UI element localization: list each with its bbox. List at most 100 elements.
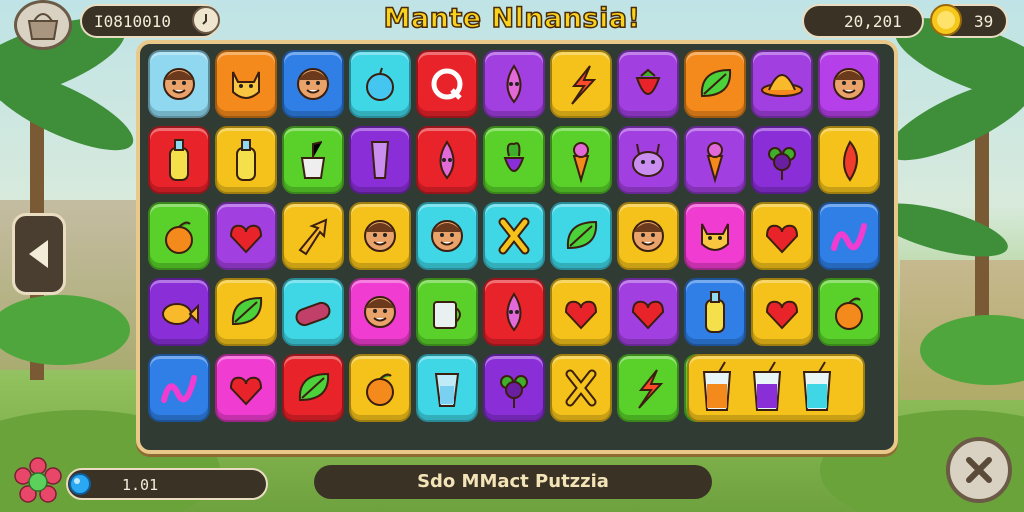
apple-icon <box>366 67 394 101</box>
clock-icon <box>202 14 207 25</box>
drop-icon <box>506 292 522 332</box>
tile-vase[interactable] <box>349 126 411 194</box>
heart-icon <box>631 300 665 330</box>
orange-icon <box>835 297 863 330</box>
tile-face[interactable] <box>349 202 411 270</box>
game-board <box>136 40 898 454</box>
tile-squiggle[interactable] <box>818 202 880 270</box>
tile-face[interactable] <box>617 202 679 270</box>
tile-drop[interactable] <box>416 126 478 194</box>
tile-carrot[interactable] <box>550 126 612 194</box>
back-arrow-icon <box>29 240 48 268</box>
cross-icon <box>565 369 597 407</box>
tile-berries[interactable] <box>751 126 813 194</box>
tile-bolt[interactable] <box>617 354 679 422</box>
tile-leaf[interactable] <box>684 50 746 118</box>
tile-face[interactable] <box>349 278 411 346</box>
tile-cat[interactable] <box>215 50 277 118</box>
progress-bar: 1.01 <box>66 468 268 500</box>
sausage-icon <box>295 301 331 327</box>
tile-mug[interactable] <box>416 278 478 346</box>
tile-face[interactable] <box>416 202 478 270</box>
tile-heart[interactable] <box>215 354 277 422</box>
tile-cross[interactable] <box>483 202 545 270</box>
bolt-icon <box>571 65 597 105</box>
tile-drop[interactable] <box>483 278 545 346</box>
drop-icon <box>506 64 522 104</box>
tile-carrot[interactable] <box>684 126 746 194</box>
tile-face[interactable] <box>818 50 880 118</box>
tile-berries[interactable] <box>483 354 545 422</box>
orange-icon <box>366 373 394 406</box>
heart-icon <box>765 224 799 254</box>
radish-icon <box>503 142 525 172</box>
tile-heart[interactable] <box>751 202 813 270</box>
leaf-icon <box>700 68 732 98</box>
tile-orange[interactable] <box>349 354 411 422</box>
face-icon <box>364 220 396 252</box>
tile-bottle[interactable] <box>148 126 210 194</box>
tile-fish[interactable] <box>148 278 210 346</box>
strawberry-icon <box>635 68 661 95</box>
back-button[interactable] <box>12 213 66 295</box>
cat-icon <box>701 223 729 251</box>
tile-ring[interactable] <box>416 50 478 118</box>
vase-icon <box>370 141 390 179</box>
face-icon <box>632 220 664 252</box>
flower-gear-icon[interactable] <box>12 456 64 508</box>
face-icon <box>833 68 865 100</box>
tile-bottle[interactable] <box>215 126 277 194</box>
inventory-button[interactable] <box>14 0 72 50</box>
tile-bottle[interactable] <box>684 278 746 346</box>
cat-icon <box>232 71 260 99</box>
heart-icon <box>229 224 263 254</box>
tile-orange[interactable] <box>148 202 210 270</box>
tile-heart[interactable] <box>215 202 277 270</box>
leaf-icon <box>231 296 263 326</box>
tile-leaf[interactable] <box>282 354 344 422</box>
squiggle-icon <box>161 375 197 403</box>
heart-icon <box>229 376 263 406</box>
tile-heart[interactable] <box>751 278 813 346</box>
leaf-icon <box>566 220 598 250</box>
tile-glass[interactable] <box>416 354 478 422</box>
close-button[interactable] <box>946 437 1012 503</box>
tile-cross[interactable] <box>550 354 612 422</box>
tile-monster[interactable] <box>617 126 679 194</box>
tile-strawberry[interactable] <box>617 50 679 118</box>
face-icon <box>431 220 463 252</box>
bottle-icon <box>236 139 256 181</box>
tile-leaf[interactable] <box>215 278 277 346</box>
drinks-icon <box>702 361 832 411</box>
face-icon <box>297 68 329 100</box>
tile-squiggle[interactable] <box>148 354 210 422</box>
tile-radish[interactable] <box>483 126 545 194</box>
tile-face[interactable] <box>148 50 210 118</box>
tile-heart[interactable] <box>550 278 612 346</box>
tile-apple[interactable] <box>349 50 411 118</box>
fish-icon <box>162 303 199 325</box>
tile-drinks[interactable] <box>687 354 865 422</box>
berries-icon <box>768 147 796 180</box>
tile-sausage[interactable] <box>282 278 344 346</box>
progress-value: 1.01 <box>122 476 159 494</box>
tile-hat[interactable] <box>751 50 813 118</box>
tile-cup[interactable] <box>282 126 344 194</box>
squiggle-icon <box>831 223 867 251</box>
orange-icon <box>165 221 193 254</box>
tile-arrow[interactable] <box>282 202 344 270</box>
tile-drop[interactable] <box>483 50 545 118</box>
caption-text: Sdo MMact Putzzia <box>417 471 609 492</box>
basket-icon <box>27 13 59 40</box>
tile-cat[interactable] <box>684 202 746 270</box>
heart-icon <box>765 300 799 330</box>
tile-orange[interactable] <box>818 278 880 346</box>
glass-icon <box>434 373 460 407</box>
tile-leaf[interactable] <box>550 202 612 270</box>
tile-chili[interactable] <box>818 126 880 194</box>
carrot-icon <box>706 142 724 184</box>
tile-heart[interactable] <box>617 278 679 346</box>
tile-face[interactable] <box>282 50 344 118</box>
timer-badge[interactable] <box>192 6 220 34</box>
tile-bolt[interactable] <box>550 50 612 118</box>
